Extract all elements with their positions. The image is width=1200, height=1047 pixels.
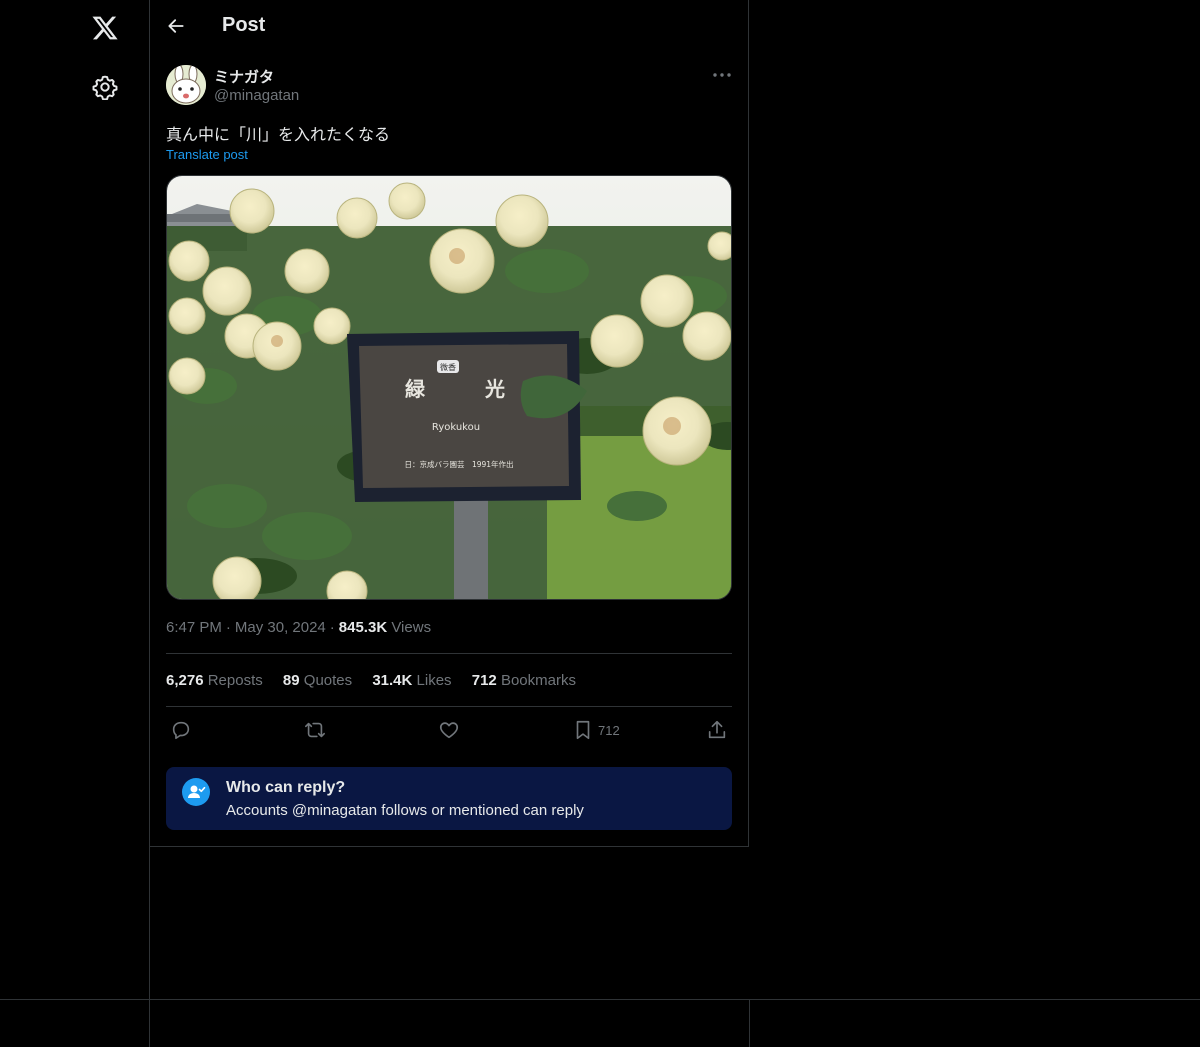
divider (166, 653, 732, 654)
x-logo-icon[interactable] (91, 14, 119, 42)
repost-icon (305, 722, 325, 738)
heart-icon (439, 722, 459, 739)
post-header: Post (150, 0, 749, 54)
quotes-label: Quotes (303, 672, 353, 689)
reposts-count: 6,276 (166, 672, 204, 689)
reposts-stat[interactable]: 6,276 Reposts (166, 672, 263, 689)
sign-subtitle: Ryokukou (432, 422, 480, 433)
reply-restriction-icon (182, 778, 210, 806)
left-nav-rail (0, 0, 150, 1047)
post-meta: 6:47 PM · May 30, 2024 · 845.3K Views (166, 619, 432, 636)
page-title: Post (222, 14, 266, 36)
reply-icon (172, 721, 190, 740)
bookmarks-stat[interactable]: 712 Bookmarks (472, 672, 576, 689)
rose-garden-photo: 微香 緑 光 Ryokukou 日：京成バラ園芸 1991年作出 (167, 176, 731, 599)
back-arrow-icon[interactable] (166, 16, 186, 36)
views-label: Views (391, 619, 432, 636)
bookmark-icon (576, 720, 590, 740)
likes-label: Likes (416, 672, 452, 689)
likes-stat[interactable]: 31.4K Likes (372, 672, 451, 689)
like-button[interactable] (438, 718, 460, 742)
post-time[interactable]: 6:47 PM (166, 619, 222, 636)
person-check-icon (188, 785, 206, 798)
sign-title-left: 緑 (405, 377, 426, 401)
reply-restriction-title: Who can reply? (226, 779, 346, 796)
reply-restriction-notice: Who can reply? Accounts @minagatan follo… (166, 767, 732, 830)
quotes-count: 89 (282, 672, 300, 689)
post-detail-column: Post ミナガタ @minagatan 真ん中に「川」を入れたくなる Tran… (150, 0, 749, 847)
sign-footer: 日：京成バラ園芸 1991年作出 (404, 459, 513, 469)
divider (166, 706, 732, 707)
reply-button[interactable] (170, 718, 192, 742)
footer-divider (0, 999, 1200, 1000)
rabbit-avatar-icon (166, 65, 206, 105)
views-count: 845.3K (338, 619, 388, 636)
reposts-label: Reposts (207, 672, 263, 689)
bookmark-count: 712 (598, 722, 620, 738)
author-display-name[interactable]: ミナガタ (214, 66, 274, 87)
sign-title-right: 光 (484, 377, 505, 401)
post-image[interactable]: 微香 緑 光 Ryokukou 日：京成バラ園芸 1991年作出 (166, 175, 732, 600)
footer-column-divider (749, 999, 750, 1047)
more-options-icon[interactable] (711, 66, 733, 84)
post-text: 真ん中に「川」を入れたくなる (166, 127, 391, 144)
repost-button[interactable] (304, 718, 326, 742)
avatar[interactable] (166, 65, 206, 105)
bookmarks-label: Bookmarks (500, 672, 576, 689)
likes-count: 31.4K (372, 672, 413, 689)
reply-restriction-description: Accounts @minagatan follows or mentioned… (226, 802, 584, 819)
gear-icon[interactable] (92, 74, 118, 100)
post-action-bar: 712 (166, 718, 732, 742)
translate-post-link[interactable]: Translate post (166, 147, 248, 162)
post-date[interactable]: May 30, 2024 (235, 619, 326, 636)
bookmarks-count: 712 (471, 672, 497, 689)
bookmark-button[interactable]: 712 (572, 718, 620, 742)
quotes-stat[interactable]: 89 Quotes (283, 672, 352, 689)
author-handle[interactable]: @minagatan (214, 87, 299, 104)
sign-badge: 微香 (440, 362, 456, 372)
engagement-stats: 6,276 Reposts 89 Quotes 31.4K Likes 712 … (166, 672, 592, 689)
share-button[interactable] (706, 718, 728, 742)
share-icon (708, 720, 726, 739)
